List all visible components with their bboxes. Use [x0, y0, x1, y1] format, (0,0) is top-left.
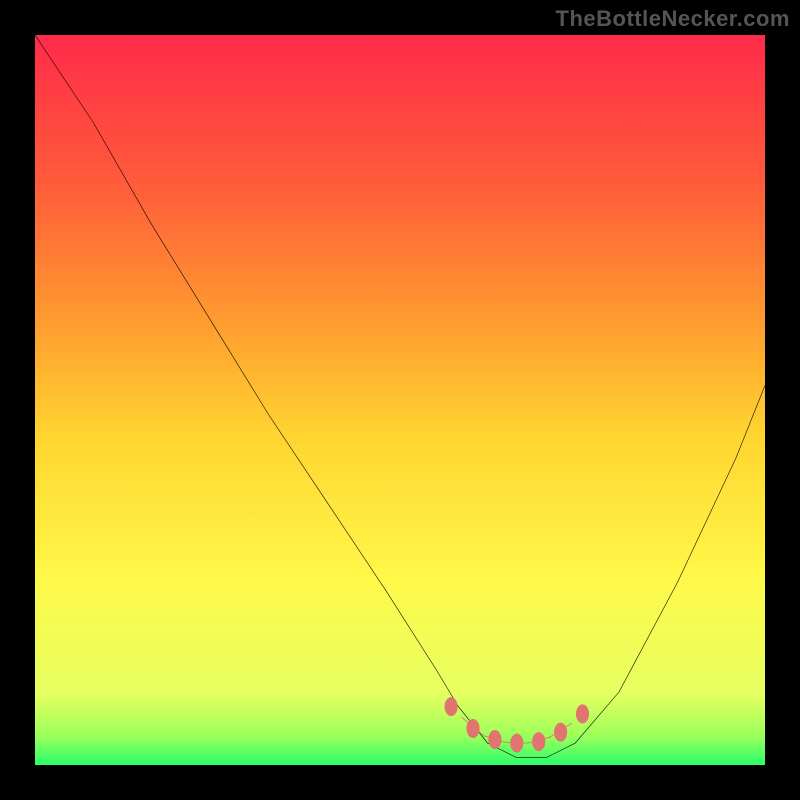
- plot-area: [35, 35, 765, 765]
- bottleneck-chart: [35, 35, 765, 765]
- chart-frame: TheBottleNecker.com: [0, 0, 800, 800]
- watermark-text: TheBottleNecker.com: [556, 6, 790, 32]
- gradient-background: [35, 35, 765, 765]
